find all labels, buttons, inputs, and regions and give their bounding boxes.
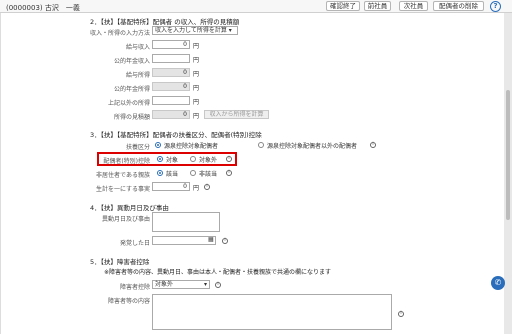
dependent-class-label: 扶養区分	[125, 144, 150, 151]
disability-deduction-label: 障害者控除	[119, 284, 150, 291]
pension-income-input[interactable]	[152, 54, 190, 63]
section-2-title: 2．【扶】【基配特所】配偶者 の収入、所得の見積額	[90, 18, 240, 26]
nonresident-yes-label: 該当	[166, 171, 179, 178]
unit-yen: 円	[193, 185, 200, 192]
salary-income-label: 給与収入	[125, 44, 150, 51]
info-icon[interactable]: i	[222, 238, 228, 244]
reason-textarea[interactable]	[152, 212, 220, 232]
confirm-button[interactable]: 確認終了	[326, 1, 360, 11]
income-method-label: 収入・所得の入力方法	[89, 30, 150, 37]
unit-yen: 円	[193, 57, 200, 64]
estimated-earnings-label: 所得の見積額	[113, 114, 150, 121]
income-method-select[interactable]: 収入を入力して所得を計算 ▾	[152, 26, 238, 35]
disability-deduction-select[interactable]: 対象外 ▾	[152, 280, 210, 289]
dependent-opt1-label: 源泉控除対象配偶者	[164, 143, 219, 150]
discovered-date-input[interactable]	[152, 236, 216, 245]
salary-earnings-input: 0	[152, 68, 190, 77]
info-icon[interactable]: i	[215, 282, 221, 288]
pension-income-label: 公的年金収入	[113, 58, 150, 65]
section-5-note: ※障害者等の内容、異動月日、事由は本人・配偶者・扶養親族で共通の欄になります	[104, 269, 332, 276]
info-icon[interactable]: i	[370, 142, 376, 148]
disability-content-label: 障害者等の内容	[107, 298, 150, 305]
living-together-label: 生計を一にする事実	[95, 186, 150, 193]
header-bar: (0000003) 古沢 一義 確認終了 前社員 次社員 配偶者の削除 ?	[0, 0, 512, 13]
spouse-deduction-target-radio[interactable]	[157, 156, 163, 162]
calendar-icon[interactable]: ▦	[208, 236, 214, 243]
pension-earnings-input: 0	[152, 82, 190, 91]
salary-income-input[interactable]: 0	[152, 40, 190, 49]
calc-earnings-button[interactable]: 収入から所得を計算	[204, 110, 269, 119]
employee-name: (0000003) 古沢 一義	[6, 4, 80, 12]
help-icon[interactable]: ?	[490, 1, 501, 12]
chat-support-icon[interactable]: ✆	[491, 276, 505, 290]
unit-yen: 円	[193, 85, 200, 92]
unit-yen: 円	[193, 113, 200, 120]
nonresident-no-radio[interactable]	[190, 170, 196, 176]
spouse-deduction-target-label: 対象	[166, 157, 179, 164]
dependent-opt2-radio[interactable]	[258, 142, 264, 148]
unit-yen: 円	[193, 99, 200, 106]
spouse-deduction-nontarget-radio[interactable]	[190, 156, 196, 162]
reason-label: 異動月日及び事由	[101, 216, 150, 223]
other-earnings-input[interactable]	[152, 96, 190, 105]
nonresident-yes-radio[interactable]	[157, 170, 163, 176]
info-icon[interactable]: i	[398, 311, 404, 317]
nonresident-no-label: 非該当	[199, 171, 218, 178]
info-icon[interactable]: i	[226, 156, 232, 162]
delete-spouse-button[interactable]: 配偶者の削除	[433, 1, 484, 11]
discovered-date-label: 発覚した日	[119, 240, 150, 247]
pension-earnings-label: 公的年金所得	[113, 86, 150, 93]
dependent-opt2-label: 源泉控除対象配偶者以外の配偶者	[267, 143, 358, 150]
disability-content-textarea[interactable]	[152, 294, 392, 330]
next-employee-button[interactable]: 次社員	[399, 1, 428, 11]
living-together-input[interactable]: 0	[152, 182, 190, 191]
info-icon[interactable]: i	[226, 170, 232, 176]
unit-yen: 円	[193, 71, 200, 78]
section-4-title: 4．【扶】異動月日及び事由	[90, 204, 169, 212]
dependent-opt1-radio[interactable]	[155, 142, 161, 148]
other-earnings-label: 上記以外の所得	[107, 100, 150, 107]
spouse-deduction-nontarget-label: 対象外	[199, 157, 218, 164]
unit-yen: 円	[193, 43, 200, 50]
salary-earnings-label: 給与所得	[125, 72, 150, 79]
scrollbar-thumb[interactable]	[506, 90, 510, 220]
section-5-title: 5．【扶】障害者控除	[90, 258, 150, 266]
prev-employee-button[interactable]: 前社員	[364, 1, 391, 11]
info-icon[interactable]: i	[204, 184, 210, 190]
section-3-title: 3．【扶】【基配特所】配偶者の扶養区分、配偶者(特別)控除	[90, 131, 262, 139]
nonresident-label: 非居住者である親族	[96, 172, 150, 179]
spouse-deduction-label: 配偶者(特別)控除	[103, 158, 150, 165]
estimated-earnings-input: 0	[152, 110, 190, 119]
